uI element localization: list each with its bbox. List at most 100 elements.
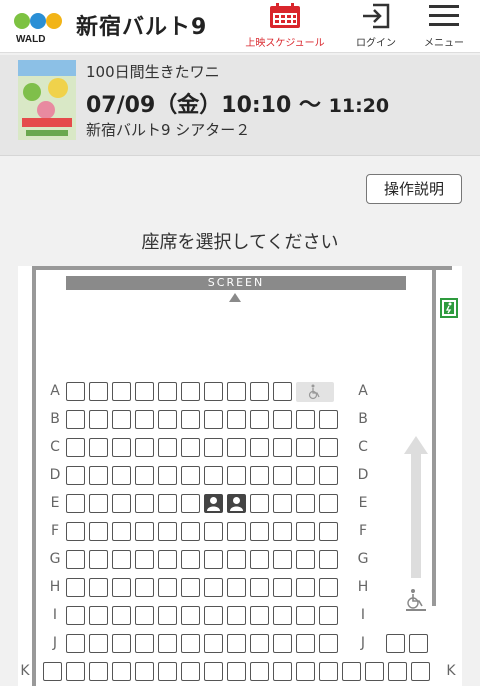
seat-a8[interactable] — [227, 382, 246, 401]
seat-j14[interactable] — [409, 634, 428, 653]
seat-i11[interactable] — [296, 606, 315, 625]
seat-f6[interactable] — [181, 522, 200, 541]
seat-h9[interactable] — [250, 578, 269, 597]
seat-a3[interactable] — [112, 382, 131, 401]
seat-k12[interactable] — [296, 662, 315, 681]
seat-b10[interactable] — [273, 410, 292, 429]
seat-i10[interactable] — [273, 606, 292, 625]
seat-j7[interactable] — [204, 634, 223, 653]
seat-k1[interactable] — [43, 662, 62, 681]
seat-g3[interactable] — [112, 550, 131, 569]
seat-h4[interactable] — [135, 578, 154, 597]
seat-a6[interactable] — [181, 382, 200, 401]
seat-j10[interactable] — [273, 634, 292, 653]
seat-c7[interactable] — [204, 438, 223, 457]
seat-d9[interactable] — [250, 466, 269, 485]
seat-d12[interactable] — [319, 466, 338, 485]
seat-j1[interactable] — [66, 634, 85, 653]
seat-d4[interactable] — [135, 466, 154, 485]
seat-d2[interactable] — [89, 466, 108, 485]
seat-b1[interactable] — [66, 410, 85, 429]
seat-i1[interactable] — [66, 606, 85, 625]
seat-j3[interactable] — [112, 634, 131, 653]
seat-g1[interactable] — [66, 550, 85, 569]
seat-f10[interactable] — [273, 522, 292, 541]
seat-e4[interactable] — [135, 494, 154, 513]
seat-j2[interactable] — [89, 634, 108, 653]
seat-b12[interactable] — [319, 410, 338, 429]
menu-nav-button[interactable]: メニュー — [418, 2, 470, 49]
seat-i3[interactable] — [112, 606, 131, 625]
wald-logo[interactable]: WALD — [12, 8, 72, 45]
seat-g10[interactable] — [273, 550, 292, 569]
seat-j5[interactable] — [158, 634, 177, 653]
seat-k3[interactable] — [89, 662, 108, 681]
seat-k7[interactable] — [181, 662, 200, 681]
seat-e1[interactable] — [66, 494, 85, 513]
seat-k2[interactable] — [66, 662, 85, 681]
seat-c6[interactable] — [181, 438, 200, 457]
wheelchair-seat-a[interactable] — [296, 382, 334, 402]
seat-j6[interactable] — [181, 634, 200, 653]
seat-b9[interactable] — [250, 410, 269, 429]
seat-i4[interactable] — [135, 606, 154, 625]
seat-f11[interactable] — [296, 522, 315, 541]
seat-c2[interactable] — [89, 438, 108, 457]
seat-f3[interactable] — [112, 522, 131, 541]
seat-f9[interactable] — [250, 522, 269, 541]
seat-e10[interactable] — [273, 494, 292, 513]
seat-i12[interactable] — [319, 606, 338, 625]
seat-d1[interactable] — [66, 466, 85, 485]
seat-f12[interactable] — [319, 522, 338, 541]
seat-i7[interactable] — [204, 606, 223, 625]
seat-j13[interactable] — [386, 634, 405, 653]
seat-i6[interactable] — [181, 606, 200, 625]
seat-c5[interactable] — [158, 438, 177, 457]
seat-g6[interactable] — [181, 550, 200, 569]
seat-h3[interactable] — [112, 578, 131, 597]
seat-i9[interactable] — [250, 606, 269, 625]
seat-e3[interactable] — [112, 494, 131, 513]
seat-e11[interactable] — [296, 494, 315, 513]
seat-g5[interactable] — [158, 550, 177, 569]
seat-e5[interactable] — [158, 494, 177, 513]
seat-d6[interactable] — [181, 466, 200, 485]
seat-k10[interactable] — [250, 662, 269, 681]
seat-c9[interactable] — [250, 438, 269, 457]
seat-c10[interactable] — [273, 438, 292, 457]
seat-a7[interactable] — [204, 382, 223, 401]
seat-c8[interactable] — [227, 438, 246, 457]
seat-a9[interactable] — [250, 382, 269, 401]
seat-i2[interactable] — [89, 606, 108, 625]
seat-e6[interactable] — [181, 494, 200, 513]
seat-e2[interactable] — [89, 494, 108, 513]
seat-k5[interactable] — [135, 662, 154, 681]
seat-g8[interactable] — [227, 550, 246, 569]
seat-c3[interactable] — [112, 438, 131, 457]
seat-i8[interactable] — [227, 606, 246, 625]
schedule-nav-button[interactable]: 上映スケジュール — [238, 2, 332, 49]
seat-a1[interactable] — [66, 382, 85, 401]
seat-d5[interactable] — [158, 466, 177, 485]
seat-b5[interactable] — [158, 410, 177, 429]
seat-a5[interactable] — [158, 382, 177, 401]
seat-g7[interactable] — [204, 550, 223, 569]
seat-h6[interactable] — [181, 578, 200, 597]
seat-c1[interactable] — [66, 438, 85, 457]
seat-b8[interactable] — [227, 410, 246, 429]
seat-b4[interactable] — [135, 410, 154, 429]
seat-e9[interactable] — [250, 494, 269, 513]
seat-g2[interactable] — [89, 550, 108, 569]
seat-g11[interactable] — [296, 550, 315, 569]
seat-a10[interactable] — [273, 382, 292, 401]
seat-f4[interactable] — [135, 522, 154, 541]
seat-h2[interactable] — [89, 578, 108, 597]
seat-a2[interactable] — [89, 382, 108, 401]
theater-brand-name[interactable]: 新宿バルト9 — [76, 9, 207, 41]
seat-h8[interactable] — [227, 578, 246, 597]
seat-k8[interactable] — [204, 662, 223, 681]
seat-b6[interactable] — [181, 410, 200, 429]
seat-j11[interactable] — [296, 634, 315, 653]
seat-b7[interactable] — [204, 410, 223, 429]
seat-k6[interactable] — [158, 662, 177, 681]
